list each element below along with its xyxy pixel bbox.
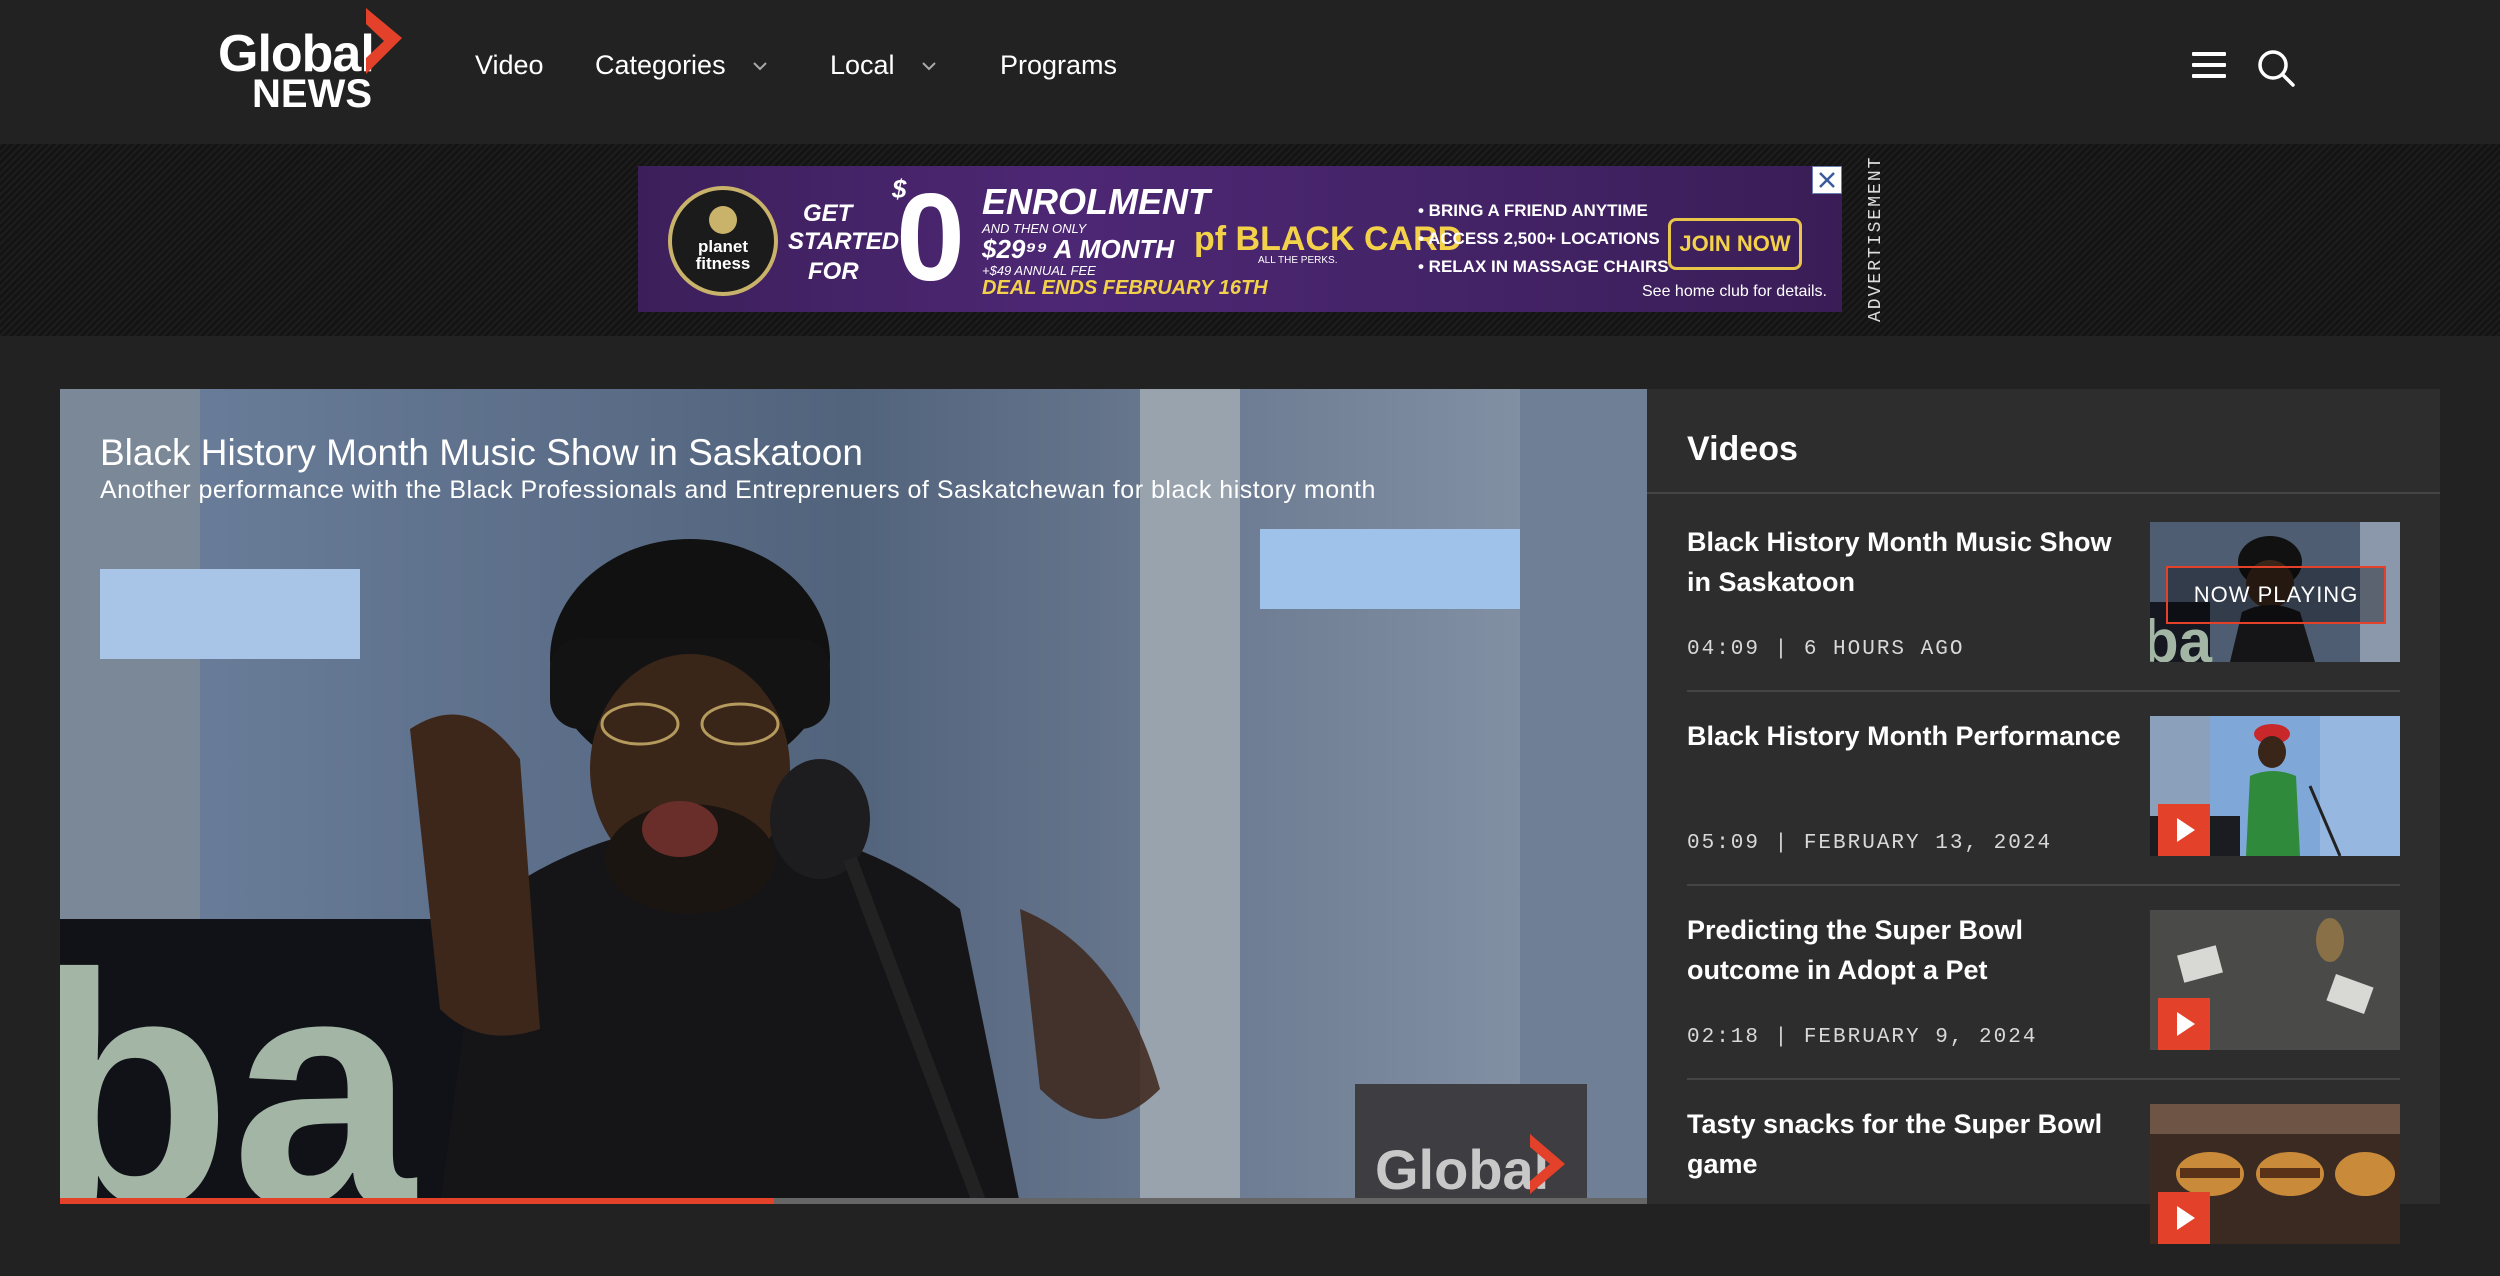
list-separator bbox=[1687, 1078, 2400, 1080]
video-item-thumbnail bbox=[2150, 1104, 2400, 1244]
logo-chevron-icon bbox=[366, 8, 402, 74]
video-item-title: Black History Month Music Show in Saskat… bbox=[1687, 527, 2112, 597]
ad-banner[interactable]: planet fitness GET STARTED FOR $ 0 ENROL… bbox=[638, 166, 1842, 312]
sidebar-title: Videos bbox=[1687, 430, 1798, 468]
video-player[interactable]: ba Global bbox=[60, 389, 1647, 1204]
play-icon[interactable] bbox=[2158, 804, 2210, 856]
advertisement-label: ADVERTISEMENT bbox=[1866, 155, 1886, 322]
play-icon[interactable] bbox=[2158, 1192, 2210, 1244]
video-item-meta: 02:18 | FEBRUARY 9, 2024 bbox=[1687, 1026, 2038, 1049]
ad-bullet-2: • ACCESS 2,500+ LOCATIONS bbox=[1418, 229, 1660, 248]
video-item-title: Black History Month Performance bbox=[1687, 721, 2121, 751]
nav-categories-label: Categories bbox=[595, 50, 726, 80]
video-list-item[interactable]: Predicting the Super Bowl outcome in Ado… bbox=[1687, 910, 2400, 1082]
video-subtitle: Another performance with the Black Profe… bbox=[100, 476, 1376, 504]
global-news-logo[interactable]: Global NEWS bbox=[214, 8, 404, 116]
nav-video[interactable]: Video bbox=[475, 50, 544, 81]
nav-local[interactable]: Local bbox=[830, 50, 937, 81]
ad-bullet-3: • RELAX IN MASSAGE CHAIRS bbox=[1418, 257, 1669, 276]
nav-programs[interactable]: Programs bbox=[1000, 50, 1117, 81]
ad-for: FOR bbox=[808, 258, 859, 285]
video-list-item[interactable]: Black History Month Performance 05:09 | … bbox=[1687, 716, 2400, 888]
site-header: Global NEWS Video Categories Local Progr… bbox=[0, 0, 2500, 144]
ad-disclaimer: See home club for details. bbox=[1642, 283, 1827, 300]
video-item-title: Tasty snacks for the Super Bowl game bbox=[1687, 1109, 2103, 1179]
ad-black-card-tag: ALL THE PERKS. bbox=[1258, 255, 1338, 266]
sidebar-divider bbox=[1647, 492, 2440, 494]
ad-enrolment: ENROLMENT bbox=[982, 181, 1210, 222]
player-watermark: Global bbox=[1375, 1138, 1549, 1201]
video-progress-bar[interactable] bbox=[60, 1198, 1647, 1204]
nav-local-label: Local bbox=[830, 50, 895, 80]
now-playing-badge: NOW PLAYING bbox=[2166, 566, 2386, 624]
video-item-title: Predicting the Super Bowl outcome in Ado… bbox=[1687, 915, 2024, 985]
chevron-down-icon bbox=[752, 61, 767, 70]
ad-bullet-1: • BRING A FRIEND ANYTIME bbox=[1418, 201, 1648, 220]
chevron-down-icon bbox=[921, 61, 936, 70]
list-separator bbox=[1687, 690, 2400, 692]
ad-annual: +$49 ANNUAL FEE bbox=[982, 263, 1096, 278]
video-list-item[interactable]: Tasty snacks for the Super Bowl game bbox=[1687, 1104, 2400, 1276]
ad-zero: 0 bbox=[896, 169, 965, 307]
video-frame-image: ba Global bbox=[60, 389, 1647, 1204]
planet-fitness-logo: planet fitness bbox=[668, 186, 778, 296]
nav-categories[interactable]: Categories bbox=[595, 50, 768, 81]
ad-started: STARTED bbox=[788, 228, 900, 255]
video-list-item[interactable]: Black History Month Music Show in Saskat… bbox=[1687, 522, 2400, 694]
ad-brand: planet fitness bbox=[695, 237, 751, 273]
search-icon[interactable] bbox=[2256, 48, 2296, 88]
video-item-thumbnail: ba NOW PLAYING bbox=[2150, 522, 2400, 662]
ad-deal: DEAL ENDS FEBRUARY 16TH bbox=[982, 277, 1268, 299]
video-title: Black History Month Music Show in Saskat… bbox=[100, 432, 863, 473]
nav-programs-label: Programs bbox=[1000, 50, 1118, 80]
video-item-meta: 04:09 | 6 HOURS AGO bbox=[1687, 638, 1965, 661]
video-item-meta: 05:09 | FEBRUARY 13, 2024 bbox=[1687, 832, 2053, 855]
list-separator bbox=[1687, 884, 2400, 886]
ad-get: GET bbox=[803, 200, 853, 227]
ad-join-now-button[interactable]: JOIN NOW bbox=[1668, 218, 1802, 270]
close-icon[interactable] bbox=[1812, 166, 1842, 194]
ad-price: $29⁹⁹ A MONTH bbox=[982, 234, 1175, 264]
logo-news-text: NEWS bbox=[252, 72, 372, 116]
video-progress-fill bbox=[60, 1198, 775, 1204]
video-item-thumbnail bbox=[2150, 716, 2400, 856]
hamburger-icon[interactable] bbox=[2192, 52, 2226, 82]
svg-text:ba: ba bbox=[60, 905, 417, 1204]
video-item-thumbnail bbox=[2150, 910, 2400, 1050]
nav-video-label: Video bbox=[475, 50, 544, 80]
play-icon[interactable] bbox=[2158, 998, 2210, 1050]
